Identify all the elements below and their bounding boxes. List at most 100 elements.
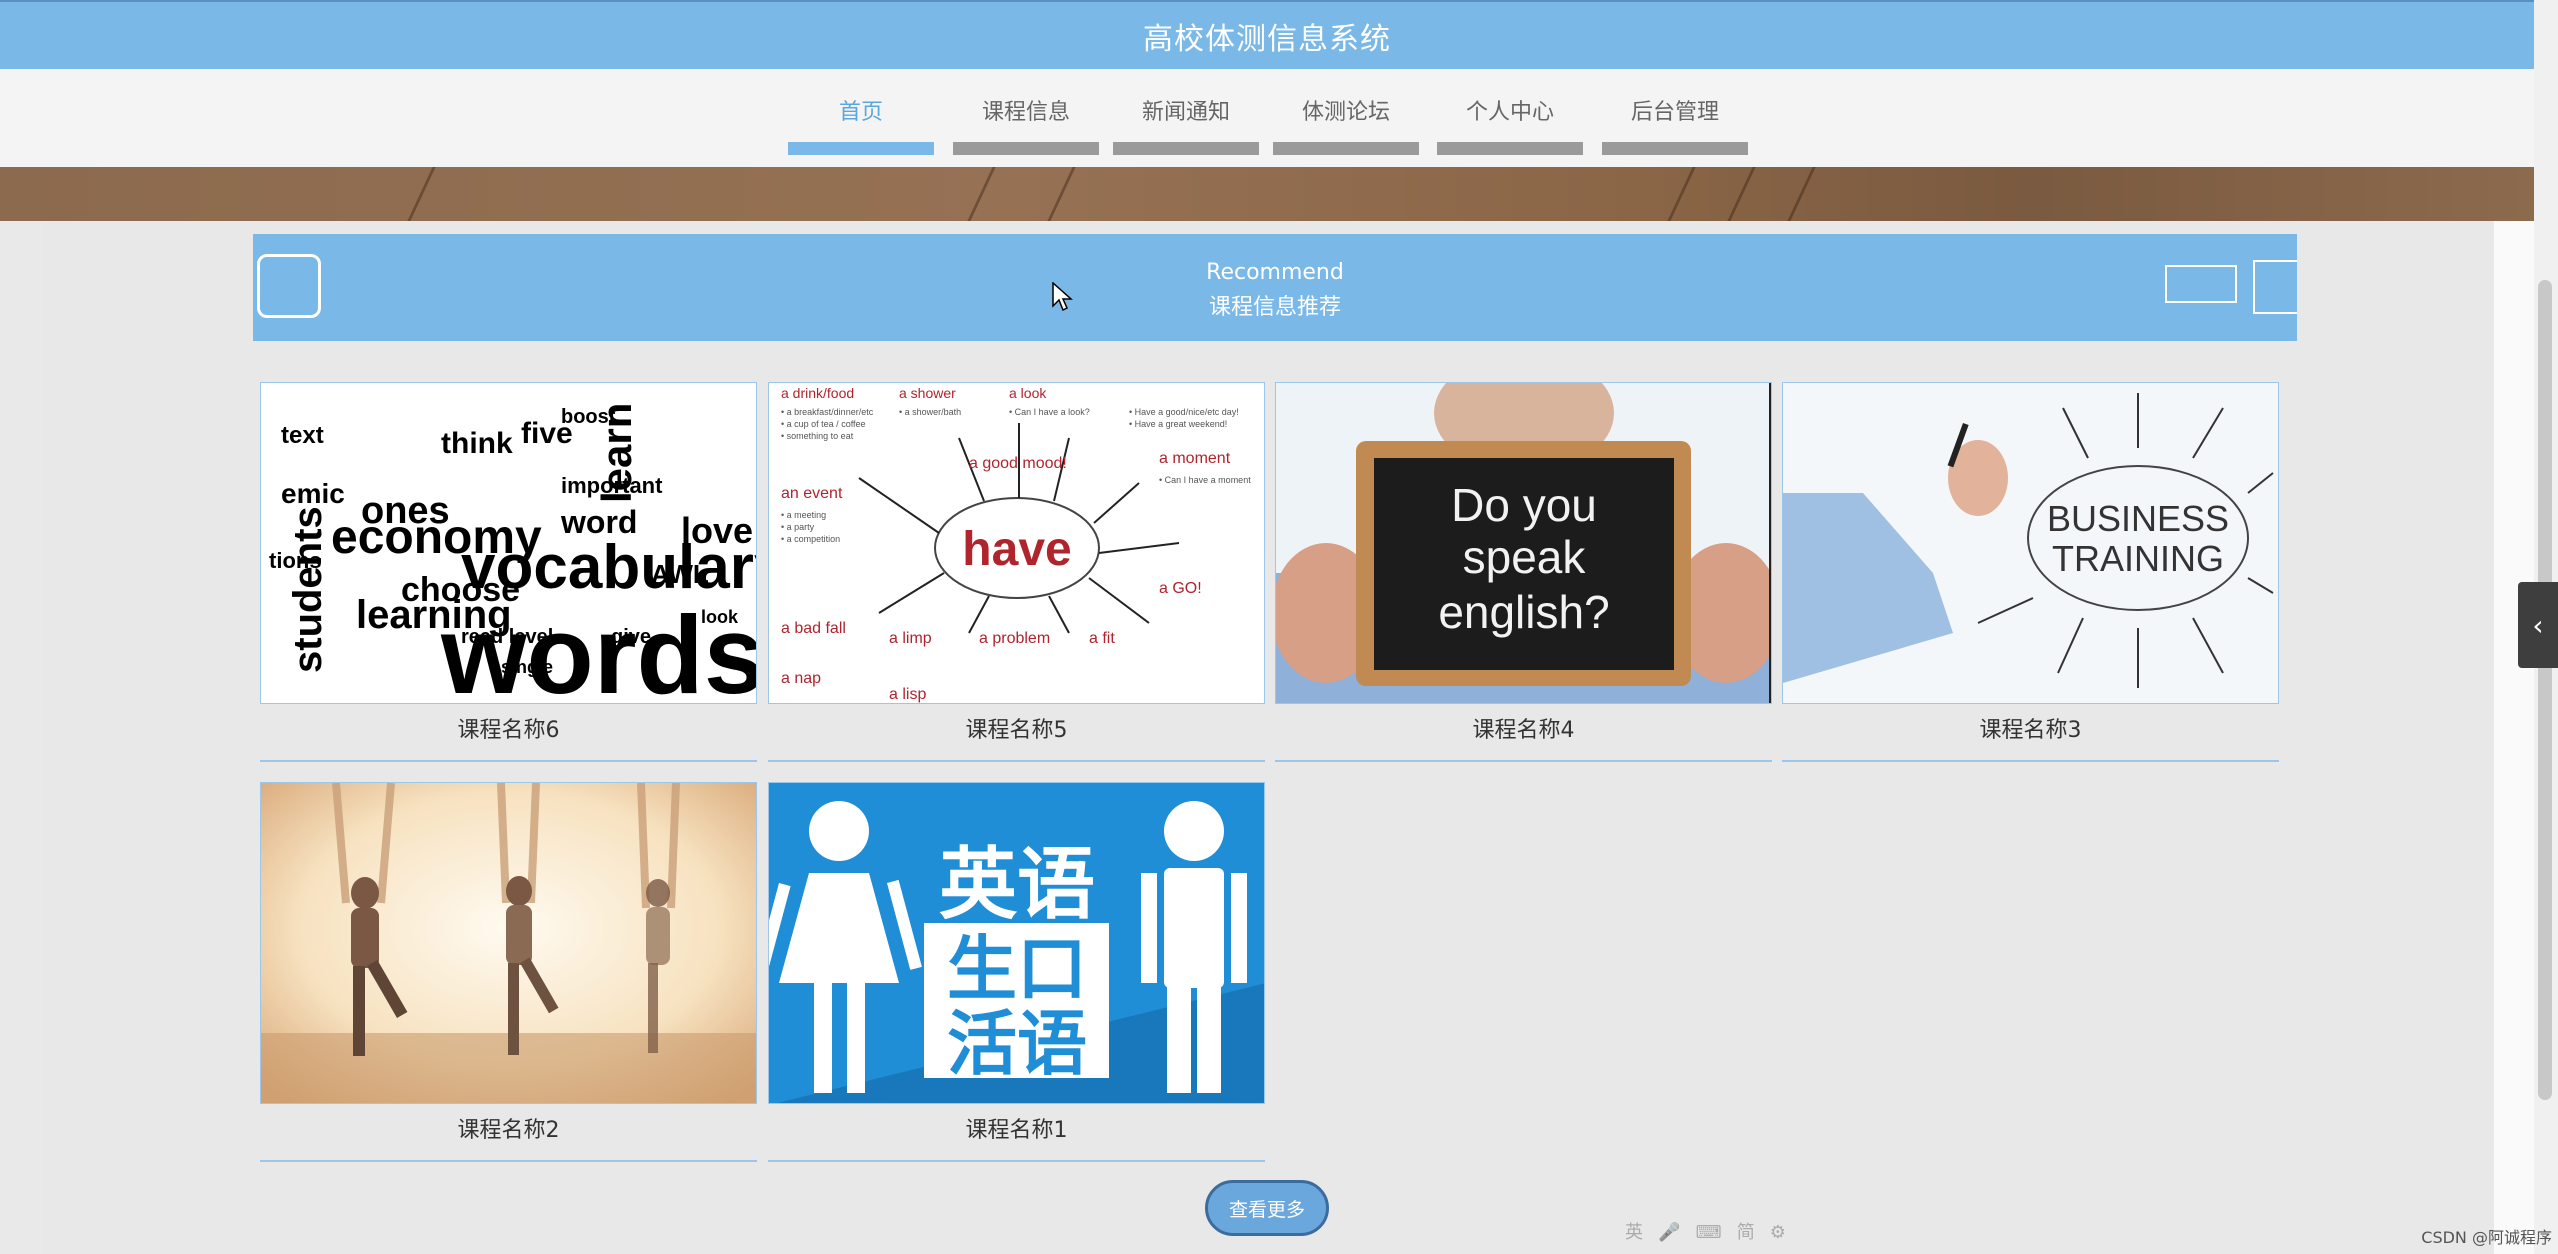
word-cloud-vocabulary-image[interactable]: vocabulary words economy ones emic learn… [260,382,757,704]
course-card[interactable]: vocabulary words economy ones emic learn… [260,382,757,762]
svg-text:read level: read level [461,626,553,648]
view-more-button[interactable]: 查看更多 [1205,1180,1329,1236]
nav-item-forum[interactable]: 体测论坛 [1273,95,1419,155]
mic-icon[interactable]: 🎤 [1658,1222,1680,1243]
card-underline [1275,760,1772,762]
site-title: 高校体测信息系统 [1143,21,1391,57]
nav-item-label: 后台管理 [1630,100,1719,125]
image-text: Do you [1451,479,1597,531]
nav-item-label: 课程信息 [981,100,1070,125]
svg-text:• Have a good/nice/etc day!: • Have a good/nice/etc day! [1129,407,1239,417]
english-spoken-poster-image[interactable]: 英语 生口 活语 [768,782,1265,1104]
course-name[interactable]: 课程名称5 [768,712,1265,744]
svg-text:give: give [611,626,651,648]
svg-text:text: text [281,422,324,449]
svg-text:a limp: a limp [889,630,932,647]
card-underline [260,760,757,762]
svg-text:a lisp: a lisp [889,686,926,703]
recommend-title-cn: 课程信息推荐 [1208,295,1341,320]
gear-icon[interactable]: ⚙ [1770,1222,1786,1243]
svg-text:a fit: a fit [1089,630,1115,647]
image-text: 英语 [939,840,1095,930]
nav-item-profile[interactable]: 个人中心 [1437,95,1583,155]
svg-text:• a party: • a party [781,522,815,532]
svg-text:• Can I have a look?: • Can I have a look? [1009,407,1090,417]
course-card[interactable]: 英语 生口 活语 课程名称1 [768,782,1265,1162]
card-underline [768,1160,1265,1162]
have-mind-map-image[interactable]: have a drink/food a shower a look a good… [768,382,1265,704]
course-name[interactable]: 课程名称1 [768,1112,1265,1144]
svg-text:• something to eat: • something to eat [781,431,854,441]
scrollbar-thumb[interactable] [2538,280,2552,1100]
course-card[interactable]: Do you speak english? 课程名称4 [1275,382,1772,762]
ime-chinese-label[interactable]: 简 [1737,1218,1755,1244]
ime-toolbar[interactable]: 英 🎤 ⌨ 简 ⚙ [1625,1218,1895,1248]
aerial-yoga-image[interactable] [260,782,757,1104]
svg-text:a moment: a moment [1159,450,1231,467]
svg-text:word: word [560,504,637,540]
svg-text:choose: choose [401,571,520,609]
course-name[interactable]: 课程名称3 [1782,712,2279,744]
ime-mode-label[interactable]: 英 [1625,1218,1643,1244]
svg-text:• a cup of tea / coffee: • a cup of tea / coffee [781,419,866,429]
nav-active-bar [788,142,934,155]
svg-text:• a competition: • a competition [781,534,840,544]
nav-item-label: 新闻通知 [1141,100,1230,125]
nav-bar [1437,142,1583,155]
svg-text:a drink/food: a drink/food [781,385,854,401]
svg-text:a GO!: a GO! [1159,580,1202,597]
svg-text:tions: tions [269,548,322,573]
image-text: speak [1463,531,1587,583]
recommend-header: Recommend 课程信息推荐 [253,234,2297,341]
image-text: 生口 [947,928,1087,1010]
svg-text:a shower: a shower [899,385,956,401]
image-text: TRAINING [2052,538,2224,579]
nav-item-courses[interactable]: 课程信息 [953,95,1099,155]
nav-bar [1273,142,1419,155]
recommend-deco-right [2253,260,2297,314]
svg-text:a look: a look [1009,385,1047,401]
do-you-speak-english-image[interactable]: Do you speak english? [1275,382,1772,704]
svg-text:a good mood!: a good mood! [969,455,1067,472]
nav-item-news[interactable]: 新闻通知 [1113,95,1259,155]
svg-text:have: have [962,523,1071,576]
svg-text:• Have a great weekend!: • Have a great weekend! [1129,419,1227,429]
nav-item-admin[interactable]: 后台管理 [1602,95,1748,155]
svg-text:emic: emic [281,478,345,509]
image-text: english? [1438,586,1609,638]
course-name[interactable]: 课程名称4 [1275,712,1772,744]
content-margin [2494,221,2534,1254]
site-header: 高校体测信息系统 [0,0,2534,69]
course-card[interactable]: have a drink/food a shower a look a good… [768,382,1265,762]
keyboard-icon[interactable]: ⌨ [1696,1222,1722,1243]
business-training-image[interactable]: BUSINESS TRAINING [1782,382,2279,704]
svg-text:boost: boost [561,406,616,428]
svg-text:ones: ones [361,490,450,532]
image-text: 活语 [947,1003,1087,1085]
svg-text:a bad fall: a bad fall [781,620,846,637]
nav-item-label: 个人中心 [1465,100,1554,125]
side-panel-toggle[interactable]: ‹ [2518,582,2558,668]
chevron-left-icon: ‹ [2532,608,2544,642]
course-name[interactable]: 课程名称2 [260,1112,757,1144]
course-card[interactable]: 课程名称2 [260,782,757,1162]
svg-text:• a breakfast/dinner/etc: • a breakfast/dinner/etc [781,407,874,417]
svg-text:look: look [701,607,739,627]
nav-item-label: 体测论坛 [1301,100,1390,125]
svg-text:a nap: a nap [781,670,821,687]
course-card[interactable]: BUSINESS TRAINING 课程名称3 [1782,382,2279,762]
watermark-text: CSDN @阿诚程序 [2421,1228,2552,1247]
svg-text:• a meeting: • a meeting [781,510,826,520]
svg-text:• Can I have a moment: • Can I have a moment [1159,475,1251,485]
svg-text:students: students [286,506,330,673]
svg-text:a problem: a problem [979,630,1050,647]
svg-text:think: think [441,427,513,460]
card-underline [1782,760,2279,762]
nav-item-home[interactable]: 首页 [788,95,934,155]
card-underline [768,760,1265,762]
banner-strip [0,167,2534,221]
recommend-title-en: Recommend [1206,260,1344,285]
course-name[interactable]: 课程名称6 [260,712,757,744]
main-nav: 首页 课程信息 新闻通知 体测论坛 个人中心 后台管理 [0,69,2534,167]
nav-bar [1602,142,1748,155]
